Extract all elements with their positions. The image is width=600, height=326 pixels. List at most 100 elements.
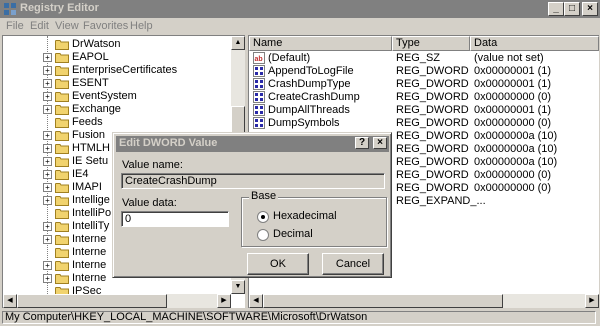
value-type-cell: REG_DWORD: [396, 130, 469, 142]
folder-icon: [55, 261, 69, 271]
tree-hscroll-thumb[interactable]: [17, 294, 167, 308]
tree-item[interactable]: + EnterpriseCertificates: [3, 64, 231, 77]
tree-expand-icon[interactable]: +: [43, 131, 52, 140]
tree-item-label: IE4: [72, 168, 89, 180]
table-row[interactable]: CreateCrashDump REG_DWORD 0x00000000 (0): [249, 91, 585, 104]
value-data-cell: 0x0000000a (10): [474, 130, 558, 142]
menu-view[interactable]: View: [55, 20, 79, 32]
value-name-cell: CreateCrashDump: [268, 91, 360, 103]
tree-expand-icon[interactable]: +: [43, 66, 52, 75]
svg-text:ab: ab: [255, 56, 263, 63]
column-header-data[interactable]: Data: [470, 36, 599, 51]
tree-item-label: ESENT: [72, 77, 109, 89]
tree-scroll-down-button[interactable]: ▼: [231, 280, 245, 294]
tree-expand-icon[interactable]: +: [43, 105, 52, 114]
dialog-title: Edit DWORD Value: [119, 137, 218, 149]
tree-expand-icon[interactable]: +: [43, 183, 52, 192]
tree-item[interactable]: IPSec: [3, 285, 231, 294]
tree-expand-icon[interactable]: +: [43, 157, 52, 166]
tree-expand-icon[interactable]: +: [43, 79, 52, 88]
value-data-input[interactable]: 0: [121, 211, 229, 227]
tree-item-label: Exchange: [72, 103, 121, 115]
string-value-icon: ab: [253, 52, 265, 64]
tree-item[interactable]: DrWatson: [3, 38, 231, 51]
tree-item-label: EAPOL: [72, 51, 109, 63]
tree-expand-icon[interactable]: +: [43, 92, 52, 101]
list-hscroll-thumb[interactable]: [263, 294, 503, 308]
decimal-label[interactable]: Decimal: [273, 228, 313, 240]
folder-icon: [55, 209, 69, 219]
ok-button[interactable]: OK: [247, 253, 309, 275]
table-row[interactable]: DumpSymbols REG_DWORD 0x00000000 (0): [249, 117, 585, 130]
tree-item[interactable]: + Exchange: [3, 103, 231, 116]
minimize-button[interactable]: _: [548, 2, 564, 16]
folder-icon: [55, 118, 69, 128]
tree-item-label: EnterpriseCertificates: [72, 64, 178, 76]
table-row[interactable]: DumpAllThreads REG_DWORD 0x00000001 (1): [249, 104, 585, 117]
registry-editor-app-icon: [4, 3, 16, 15]
table-row[interactable]: CrashDumpType REG_DWORD 0x00000001 (1): [249, 78, 585, 91]
tree-expand-icon[interactable]: +: [43, 53, 52, 62]
dword-value-icon: [253, 78, 265, 90]
tree-item-label: IPSec: [72, 285, 102, 294]
value-data-cell: (value not set): [474, 52, 544, 64]
folder-icon: [55, 235, 69, 245]
status-path: My Computer\HKEY_LOCAL_MACHINE\SOFTWARE\…: [2, 311, 596, 324]
hexadecimal-radio[interactable]: [257, 211, 269, 223]
tree-scroll-left-button[interactable]: ◀: [3, 294, 17, 308]
radio-selected-dot: [261, 215, 265, 219]
dialog-close-button[interactable]: ×: [373, 137, 387, 149]
tree-item-label: EventSystem: [72, 90, 137, 102]
tree-expand-icon[interactable]: +: [43, 274, 52, 283]
column-header-name[interactable]: Name: [249, 36, 392, 51]
folder-icon: [55, 105, 69, 115]
decimal-radio[interactable]: [257, 229, 269, 241]
menu-edit[interactable]: Edit: [30, 20, 49, 32]
window-title: Registry Editor: [20, 2, 99, 14]
menu-help[interactable]: Help: [130, 20, 153, 32]
tree-expand-icon[interactable]: +: [43, 196, 52, 205]
folder-icon: [55, 144, 69, 154]
tree-expand-icon[interactable]: +: [43, 170, 52, 179]
edit-dword-dialog: Edit DWORD Value ? × Value name: CreateC…: [112, 132, 392, 278]
tree-horizontal-scrollbar[interactable]: ◀ ▶: [3, 294, 231, 308]
menu-file[interactable]: File: [6, 20, 24, 32]
tree-expand-icon[interactable]: +: [43, 261, 52, 270]
tree-scroll-up-button[interactable]: ▲: [231, 36, 245, 50]
table-row[interactable]: ab (Default) REG_SZ (value not set): [249, 52, 585, 65]
folder-icon: [55, 170, 69, 180]
tree-item[interactable]: + EventSystem: [3, 90, 231, 103]
tree-expand-icon[interactable]: +: [43, 222, 52, 231]
table-row[interactable]: AppendToLogFile REG_DWORD 0x00000001 (1): [249, 65, 585, 78]
folder-icon: [55, 183, 69, 193]
folder-icon: [55, 79, 69, 89]
title-bar[interactable]: Registry Editor _ □ ×: [0, 0, 600, 18]
menu-favorites[interactable]: Favorites: [83, 20, 128, 32]
tree-scroll-right-button[interactable]: ▶: [217, 294, 231, 308]
folder-icon: [55, 92, 69, 102]
dword-value-icon: [253, 65, 265, 77]
folder-icon: [55, 287, 69, 294]
dword-value-icon: [253, 104, 265, 116]
list-scroll-left-button[interactable]: ◀: [249, 294, 263, 308]
list-horizontal-scrollbar[interactable]: ◀ ▶: [249, 294, 599, 308]
value-data-cell: 0x00000001 (1): [474, 78, 552, 90]
dialog-help-button[interactable]: ?: [355, 137, 369, 149]
close-button[interactable]: ×: [582, 2, 598, 16]
value-type-cell: REG_SZ: [396, 52, 441, 64]
hexadecimal-label[interactable]: Hexadecimal: [273, 210, 337, 222]
dialog-title-bar[interactable]: Edit DWORD Value ? ×: [116, 136, 389, 152]
tree-item[interactable]: + ESENT: [3, 77, 231, 90]
tree-expand-icon[interactable]: +: [43, 235, 52, 244]
value-name-cell: DumpSymbols: [268, 117, 340, 129]
dword-value-icon: [253, 91, 265, 103]
tree-item-label: IMAPI: [72, 181, 102, 193]
tree-item[interactable]: Feeds: [3, 116, 231, 129]
cancel-button[interactable]: Cancel: [322, 253, 384, 275]
value-data-cell: 0x00000000 (0): [474, 169, 552, 181]
column-header-type[interactable]: Type: [392, 36, 470, 51]
tree-expand-icon[interactable]: +: [43, 144, 52, 153]
maximize-button[interactable]: □: [564, 2, 580, 16]
list-scroll-right-button[interactable]: ▶: [585, 294, 599, 308]
tree-item[interactable]: + EAPOL: [3, 51, 231, 64]
